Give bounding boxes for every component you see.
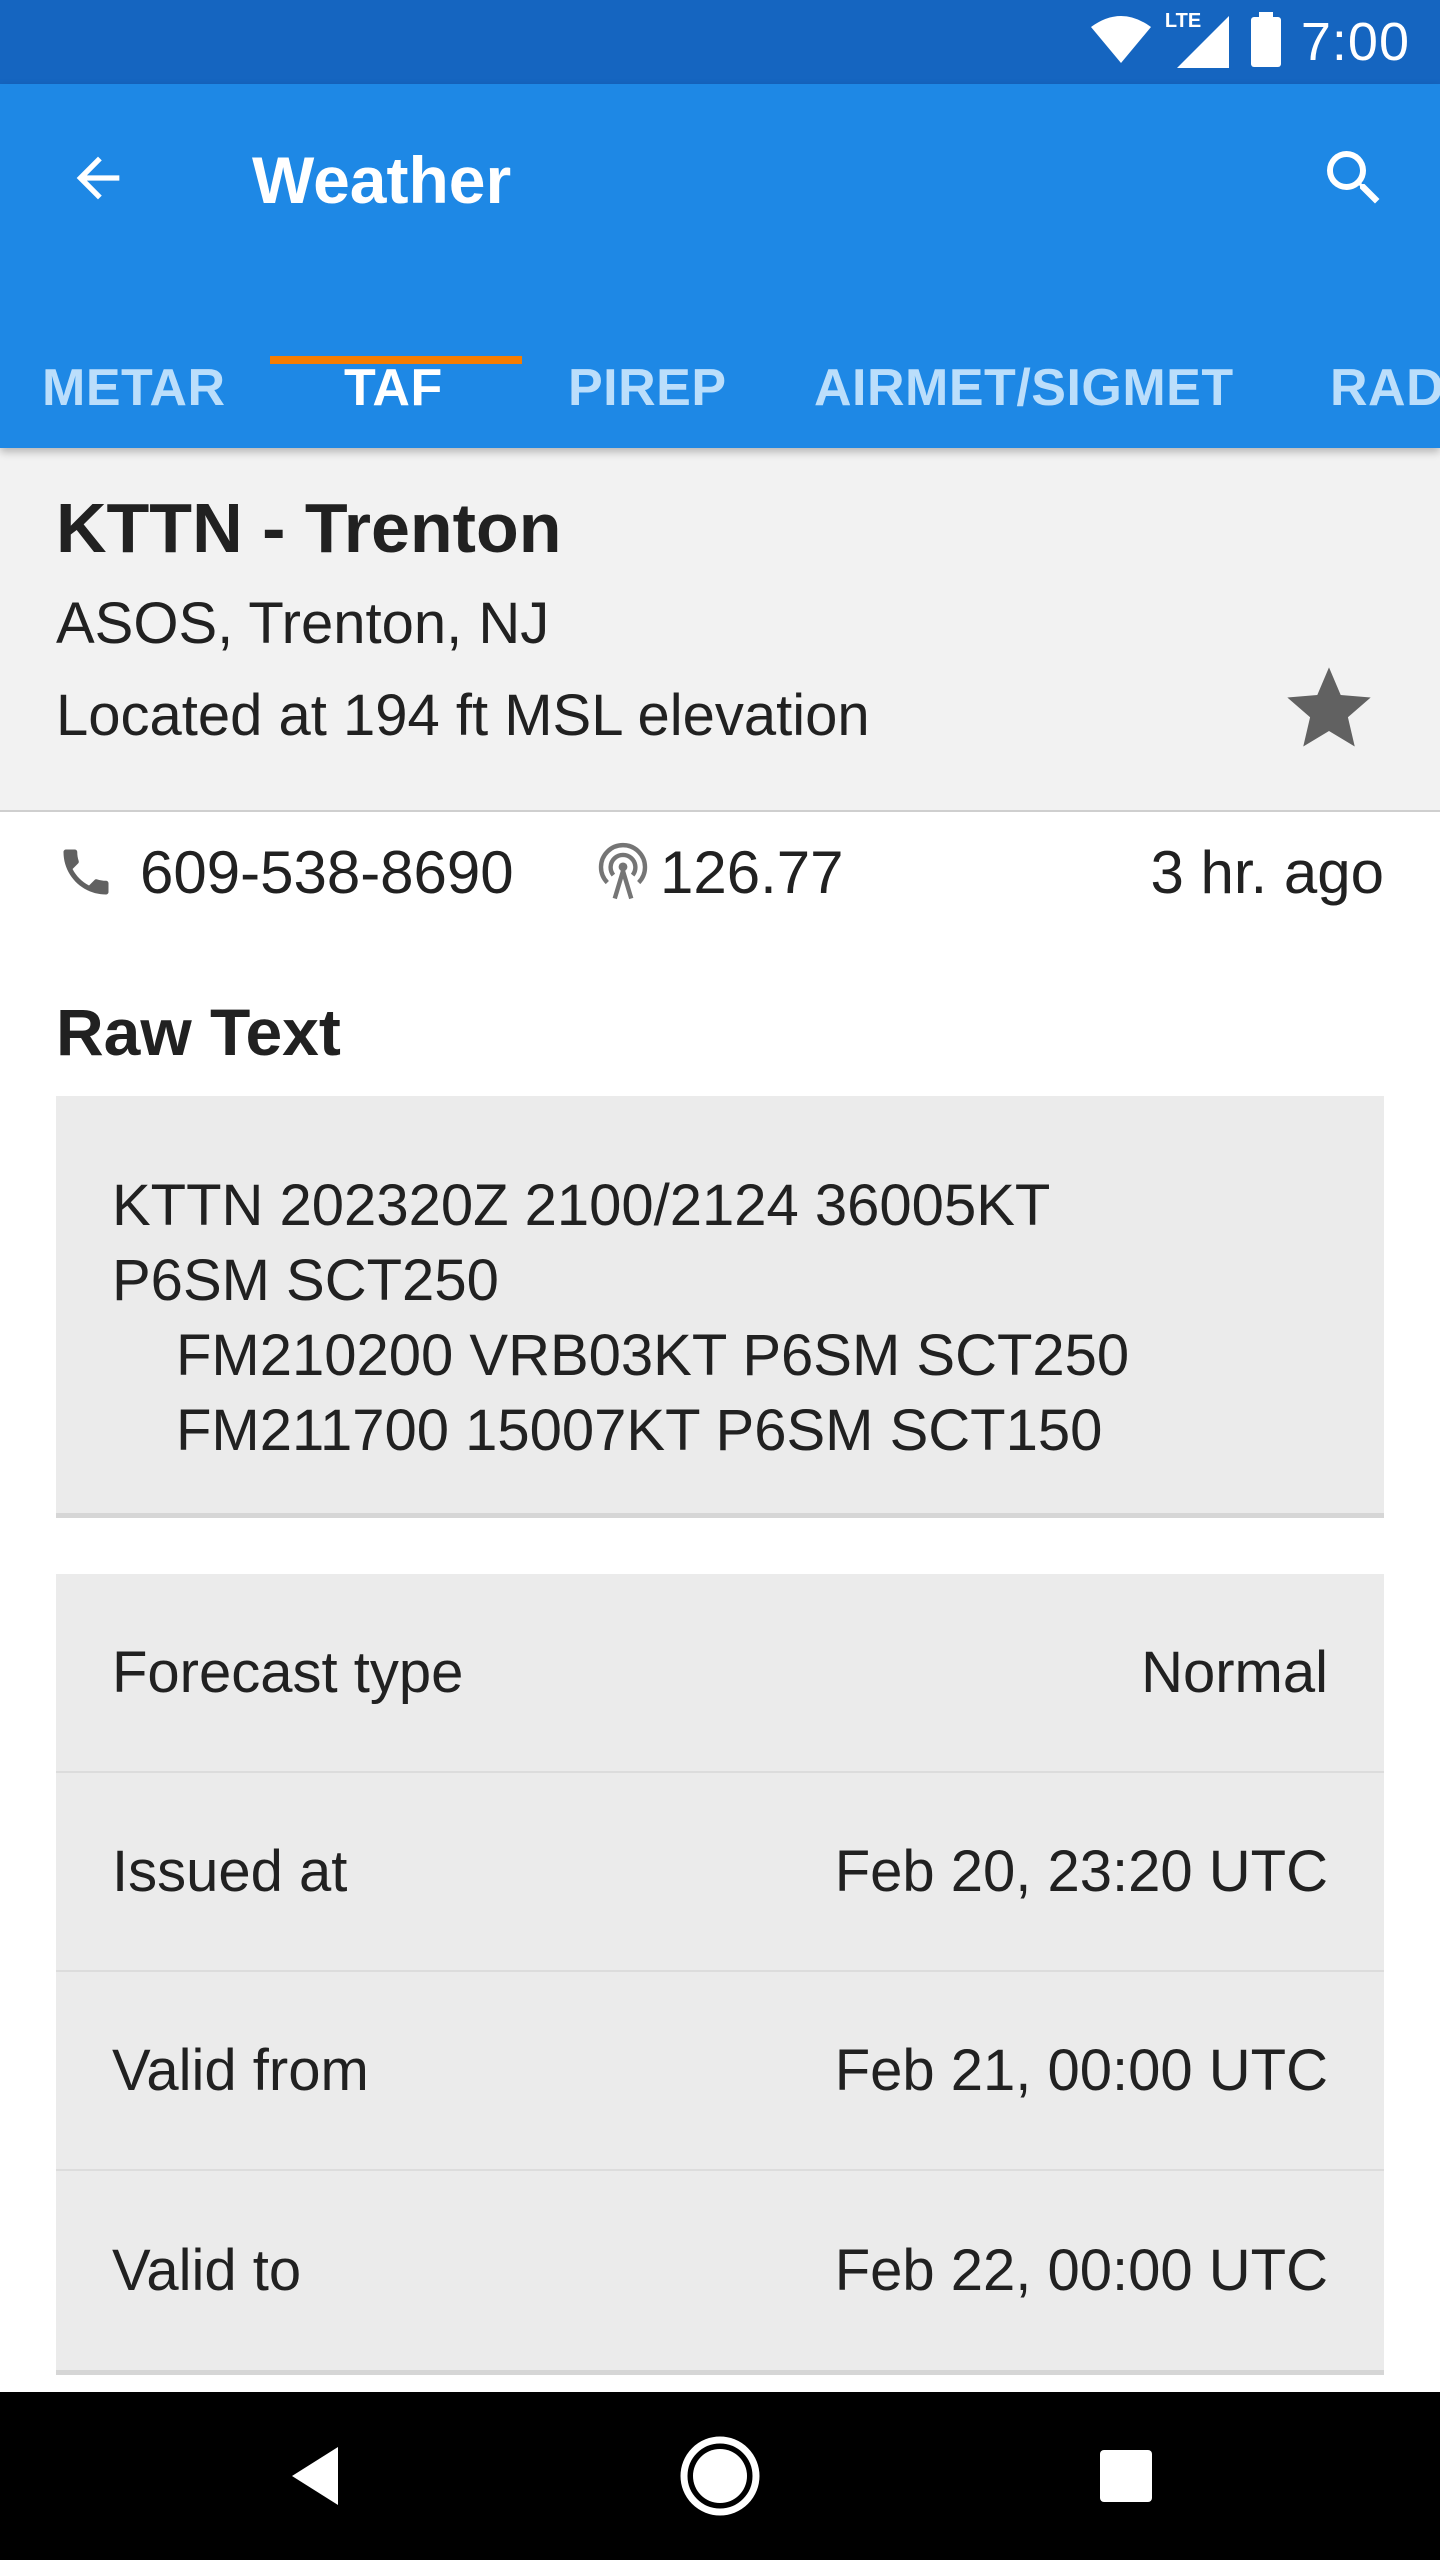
raw-text-heading: Raw Text (56, 995, 341, 1069)
raw-text-line: FM211700 15007KT P6SM SCT150 (176, 1398, 1103, 1463)
detail-row-valid-from: Valid from Feb 21, 00:00 UTC (56, 1972, 1384, 2171)
lte-signal-icon: LTE (1165, 10, 1231, 70)
tab-airmet-sigmet[interactable]: AIRMET/SIGMET (814, 328, 1234, 448)
detail-label: Valid from (112, 2038, 369, 2103)
detail-label: Valid to (112, 2238, 302, 2303)
phone-icon (63, 849, 109, 895)
detail-value: Feb 22, 00:00 UTC (834, 2238, 1328, 2303)
status-icons: LTE 7:00 (1089, 0, 1410, 84)
nav-recents-button[interactable] (1046, 2392, 1206, 2560)
nav-recents-icon (1100, 2450, 1152, 2502)
raw-text-line: FM210200 VRB03KT P6SM SCT250 (176, 1323, 1130, 1388)
frequency: 126.77 (660, 839, 844, 906)
wifi-icon (1089, 15, 1153, 70)
page-title: Weather (252, 143, 512, 217)
detail-label: Forecast type (112, 1640, 464, 1705)
tab-metar[interactable]: METAR (42, 328, 226, 448)
favorite-button[interactable] (1274, 654, 1384, 764)
back-button[interactable] (50, 130, 146, 226)
detail-row-forecast-type: Forecast type Normal (56, 1574, 1384, 1773)
tab-pirep[interactable]: PIREP (568, 328, 727, 448)
report-age: 3 hr. ago (1150, 839, 1384, 906)
nav-back-button[interactable] (236, 2392, 396, 2560)
tab-taf[interactable]: TAF (344, 328, 443, 448)
phone-number[interactable]: 609-538-8690 (140, 838, 514, 907)
battery-icon (1249, 11, 1283, 73)
nav-back-icon (292, 2447, 338, 2505)
tab-bar: METAR TAF PIREP AIRMET/SIGMET RAD (0, 328, 1440, 448)
nav-home-icon (680, 2436, 760, 2516)
star-icon (1287, 667, 1371, 747)
detail-row-issued-at: Issued at Feb 20, 23:20 UTC (56, 1773, 1384, 1972)
station-name: KTTN - Trenton (56, 489, 562, 567)
detail-value: Feb 20, 23:20 UTC (834, 1839, 1328, 1904)
raw-text-line: P6SM SCT250 (112, 1248, 499, 1313)
raw-text-line: KTTN 202320Z 2100/2124 36005KT (112, 1173, 1051, 1238)
radio-tower-icon (598, 842, 648, 900)
app-bar: Weather METAR TAF PIREP AIRMET/SIGMET RA… (0, 84, 1440, 448)
detail-value: Normal (1141, 1640, 1328, 1705)
nav-home-button[interactable] (640, 2392, 800, 2560)
forecast-details-table: Forecast type Normal Issued at Feb 20, 2… (56, 1574, 1384, 2375)
detail-label: Issued at (112, 1839, 348, 1904)
detail-row-valid-to: Valid to Feb 22, 00:00 UTC (56, 2171, 1384, 2370)
station-header: KTTN - Trenton ASOS, Trenton, NJ Located… (0, 448, 1440, 812)
status-time: 7:00 (1300, 12, 1410, 72)
raw-text-box: KTTN 202320Z 2100/2124 36005KT P6SM SCT2… (56, 1096, 1384, 1518)
search-button[interactable] (1304, 130, 1404, 226)
station-info-row: 609-538-8690 126.77 3 hr. ago (0, 812, 1440, 942)
network-label: LTE (1164, 10, 1202, 32)
tab-radar[interactable]: RAD (1330, 328, 1440, 448)
station-elevation: Located at 194 ft MSL elevation (56, 683, 870, 748)
search-icon (1327, 151, 1380, 204)
arrow-back-icon (76, 156, 120, 200)
detail-value: Feb 21, 00:00 UTC (834, 2038, 1328, 2103)
active-tab-indicator (270, 356, 522, 364)
station-type: ASOS, Trenton, NJ (56, 591, 550, 656)
status-bar: LTE 7:00 (0, 0, 1440, 84)
system-nav-bar (0, 2392, 1440, 2560)
